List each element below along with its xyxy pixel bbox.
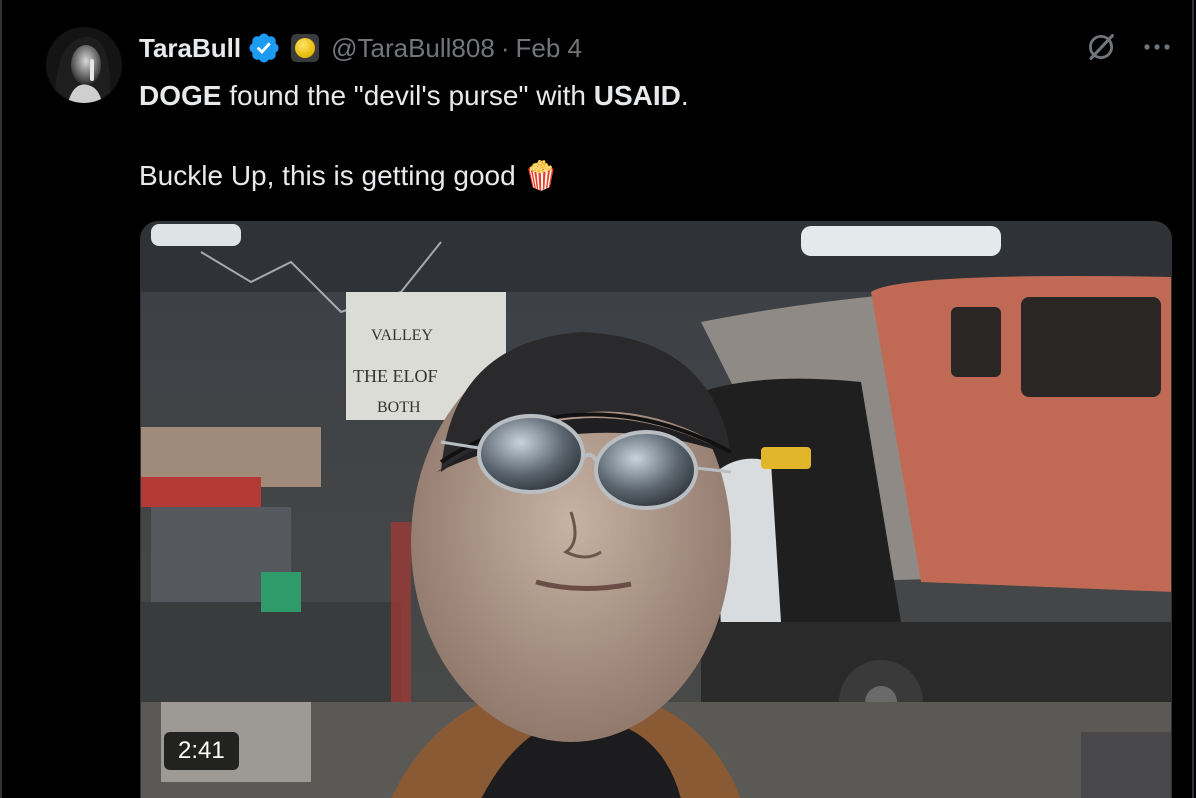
video-thumbnail: THE ELOF VALLEY BOTH xyxy=(141,222,1171,798)
video-player[interactable]: THE ELOF VALLEY BOTH xyxy=(140,221,1172,798)
tweet-header: TaraBull @TaraBull808 · Feb 4 xyxy=(139,30,582,66)
tweet-text-bold-usaid[interactable]: USAID xyxy=(594,80,681,111)
tweet-text-line-2: Buckle Up, this is getting good 🍿 xyxy=(139,159,558,192)
author-avatar[interactable] xyxy=(46,27,122,103)
tweet-text-line-1: DOGE found the "devil's purse" with USAI… xyxy=(139,80,689,112)
verified-badge-icon[interactable] xyxy=(247,31,281,65)
more-options-icon[interactable] xyxy=(1140,33,1174,61)
tweet-text-bold-doge[interactable]: DOGE xyxy=(139,80,221,111)
garage-sign-text-3: BOTH xyxy=(377,399,421,416)
gold-coin-badge-icon xyxy=(295,38,316,58)
header-separator: · xyxy=(500,32,510,63)
grok-icon[interactable] xyxy=(1084,30,1118,64)
avatar-image xyxy=(46,27,122,103)
author-name[interactable]: TaraBull xyxy=(139,33,241,64)
tweet-text-period: . xyxy=(680,80,689,111)
garage-sign-text: THE ELOF xyxy=(353,366,438,386)
tweet-text-plain: found the "devil's purse" with xyxy=(221,80,594,111)
author-handle[interactable]: @TaraBull808 xyxy=(331,33,495,64)
video-duration-badge: 2:41 xyxy=(164,732,239,770)
popcorn-emoji: 🍿 xyxy=(523,160,559,191)
tweet-text-buckle-up: Buckle Up, this is getting good xyxy=(139,160,524,191)
tweet-date[interactable]: Feb 4 xyxy=(516,33,583,64)
garage-sign-text-2: VALLEY xyxy=(371,327,433,344)
affiliate-badge[interactable] xyxy=(291,34,320,62)
